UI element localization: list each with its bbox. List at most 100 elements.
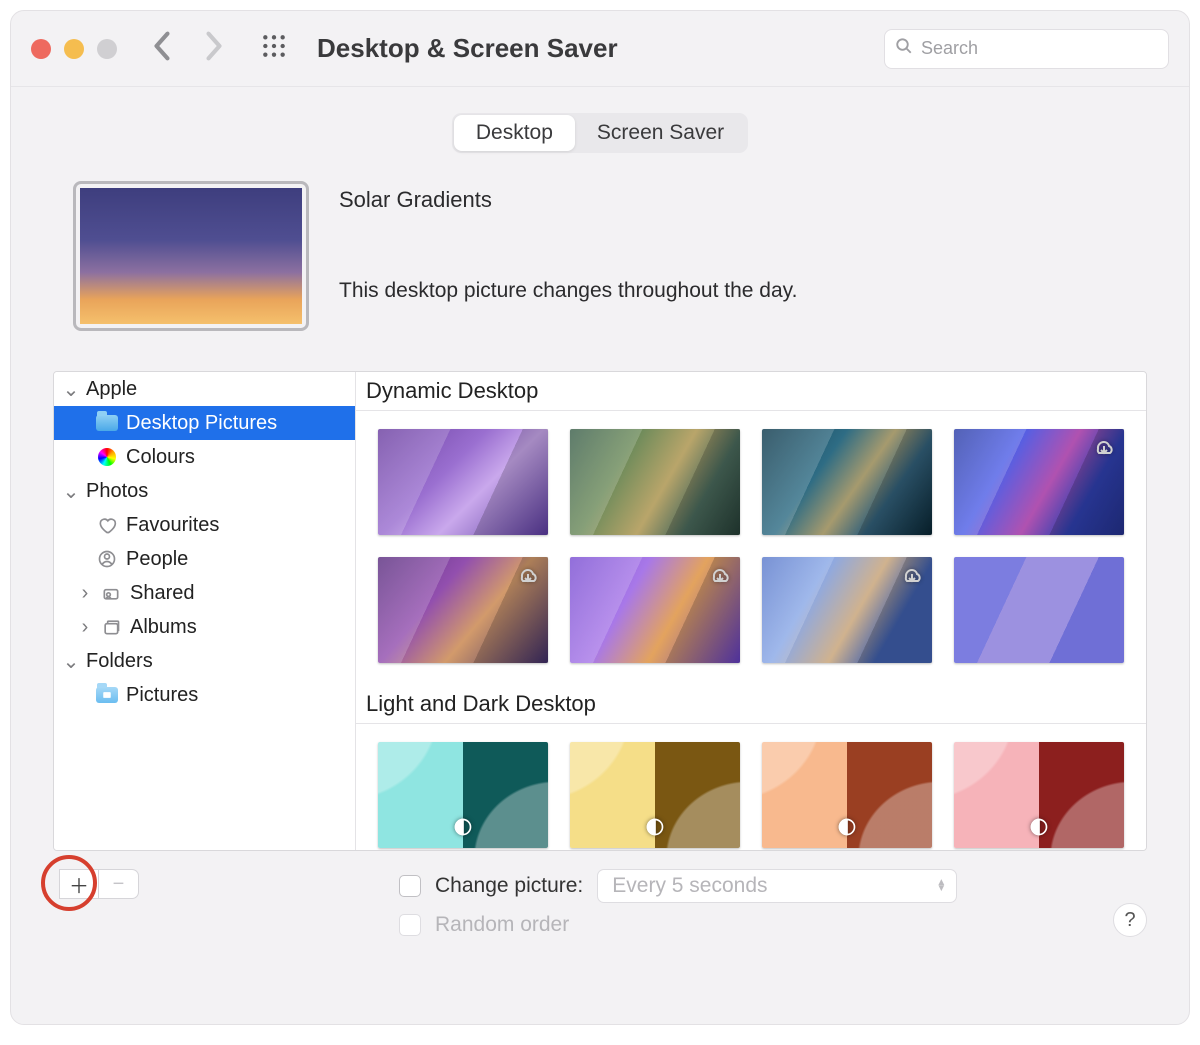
change-interval-select[interactable]: Every 5 seconds ▲▼ (597, 869, 957, 903)
search-field[interactable] (884, 29, 1169, 69)
albums-icon (100, 616, 122, 638)
desktop-pane: Solar Gradients This desktop picture cha… (33, 163, 1167, 1006)
dynamic-grid (356, 411, 1146, 685)
thumbnail-the-lake[interactable] (378, 557, 548, 663)
sidebar-item-label: Shared (130, 582, 195, 605)
thumbnail-monterey-graphic[interactable] (378, 429, 548, 535)
heart-icon (96, 514, 118, 536)
tab-bar: Desktop Screen Saver (33, 113, 1167, 153)
light-dark-icon (645, 817, 665, 842)
sidebar-item-favourites[interactable]: Favourites (54, 508, 355, 542)
thumbnail-the-desert[interactable] (570, 557, 740, 663)
zoom-button[interactable] (97, 39, 117, 59)
thumbnail-hello-yellow[interactable] (570, 742, 740, 848)
change-picture-row: Change picture: Every 5 seconds ▲▼ (399, 869, 1093, 903)
wallpaper-name: Solar Gradients (339, 187, 797, 213)
thumbnail-big-sur-aerial[interactable] (762, 429, 932, 535)
traffic-lights (31, 39, 117, 59)
forward-icon[interactable] (203, 29, 225, 68)
change-picture-checkbox[interactable] (399, 875, 421, 897)
help-icon: ? (1124, 909, 1135, 932)
thumbnail-the-beach[interactable] (762, 557, 932, 663)
sidebar-label: Apple (86, 378, 137, 401)
add-folder-button[interactable]: ＋ (59, 869, 99, 899)
chevron-down-icon: ⌄ (64, 649, 78, 674)
show-all-icon[interactable] (261, 33, 287, 64)
thumbnail-hello-red[interactable] (954, 742, 1124, 848)
pane-footer: ＋ − Change picture: Every 5 seconds ▲▼ (53, 869, 1147, 937)
remove-folder-button[interactable]: − (99, 869, 139, 899)
lightdark-grid (356, 724, 1146, 850)
sidebar-item-pictures[interactable]: Pictures (54, 678, 355, 712)
segmented-control: Desktop Screen Saver (452, 113, 748, 153)
back-icon[interactable] (151, 29, 173, 68)
nav-back-forward (151, 29, 225, 68)
person-icon (96, 548, 118, 570)
light-dark-icon (837, 817, 857, 842)
thumbnail-catalina[interactable] (570, 429, 740, 535)
thumbnail-hello-teal[interactable] (378, 742, 548, 848)
shared-icon (100, 582, 122, 604)
folder-icon (96, 412, 118, 434)
wallpaper-gallery[interactable]: Dynamic Desktop (356, 372, 1146, 850)
chevron-updown-icon: ▲▼ (936, 880, 946, 892)
titlebar: Desktop & Screen Saver (11, 11, 1189, 87)
change-picture-label: Change picture: (435, 874, 583, 898)
close-button[interactable] (31, 39, 51, 59)
light-dark-icon (1029, 817, 1049, 842)
sidebar-group-apple[interactable]: ⌄ Apple (54, 372, 355, 406)
section-dynamic-header: Dynamic Desktop (356, 372, 1146, 411)
wallpaper-info: Solar Gradients This desktop picture cha… (339, 181, 797, 303)
sidebar-group-folders[interactable]: ⌄ Folders (54, 644, 355, 678)
chevron-right-icon: › (78, 616, 92, 639)
thumbnail-big-sur-graphic[interactable] (954, 429, 1124, 535)
sidebar-item-label: People (126, 548, 188, 571)
preferences-window: Desktop & Screen Saver Desktop Screen Sa… (10, 10, 1190, 1025)
window-title: Desktop & Screen Saver (317, 33, 884, 64)
search-input[interactable] (921, 38, 1158, 59)
download-icon (900, 563, 924, 592)
colours-icon (96, 446, 118, 468)
random-order-checkbox (399, 914, 421, 936)
wallpaper-preview (73, 181, 309, 331)
minimize-button[interactable] (64, 39, 84, 59)
tab-desktop[interactable]: Desktop (454, 115, 575, 151)
thumbnail-solar-gradients[interactable] (954, 557, 1124, 663)
options: Change picture: Every 5 seconds ▲▼ Rando… (399, 869, 1093, 937)
source-sidebar[interactable]: ⌄ Apple Desktop Pictures Colours ⌄ Photo… (54, 372, 356, 850)
random-order-label: Random order (435, 913, 569, 937)
sidebar-item-label: Albums (130, 616, 197, 639)
section-lightdark-header: Light and Dark Desktop (356, 685, 1146, 724)
sidebar-item-shared[interactable]: › Shared (54, 576, 355, 610)
wallpaper-preview-image (80, 188, 302, 324)
help-button[interactable]: ? (1113, 903, 1147, 937)
sidebar-group-photos[interactable]: ⌄ Photos (54, 474, 355, 508)
select-value: Every 5 seconds (612, 874, 767, 898)
window-body: Desktop Screen Saver Solar Gradients Thi… (11, 87, 1189, 1024)
download-icon (708, 563, 732, 592)
plus-icon: ＋ (69, 870, 89, 899)
search-icon (895, 37, 913, 60)
browser: ⌄ Apple Desktop Pictures Colours ⌄ Photo… (53, 371, 1147, 851)
light-dark-icon (453, 817, 473, 842)
sidebar-item-label: Pictures (126, 684, 198, 707)
thumbnail-hello-orange[interactable] (762, 742, 932, 848)
sidebar-item-label: Desktop Pictures (126, 412, 277, 435)
sidebar-label: Folders (86, 650, 153, 673)
sidebar-label: Photos (86, 480, 148, 503)
sidebar-item-label: Colours (126, 446, 195, 469)
sidebar-item-colours[interactable]: Colours (54, 440, 355, 474)
pictures-folder-icon (96, 684, 118, 706)
wallpaper-description: This desktop picture changes throughout … (339, 279, 797, 303)
sidebar-item-label: Favourites (126, 514, 219, 537)
download-icon (516, 563, 540, 592)
sidebar-item-desktop-pictures[interactable]: Desktop Pictures (54, 406, 355, 440)
add-remove-folder: ＋ − (59, 869, 139, 899)
download-icon (1092, 435, 1116, 464)
sidebar-item-albums[interactable]: › Albums (54, 610, 355, 644)
chevron-down-icon: ⌄ (64, 479, 78, 504)
sidebar-item-people[interactable]: People (54, 542, 355, 576)
chevron-down-icon: ⌄ (64, 377, 78, 402)
tab-screen-saver[interactable]: Screen Saver (575, 115, 746, 151)
minus-icon: − (113, 873, 125, 896)
